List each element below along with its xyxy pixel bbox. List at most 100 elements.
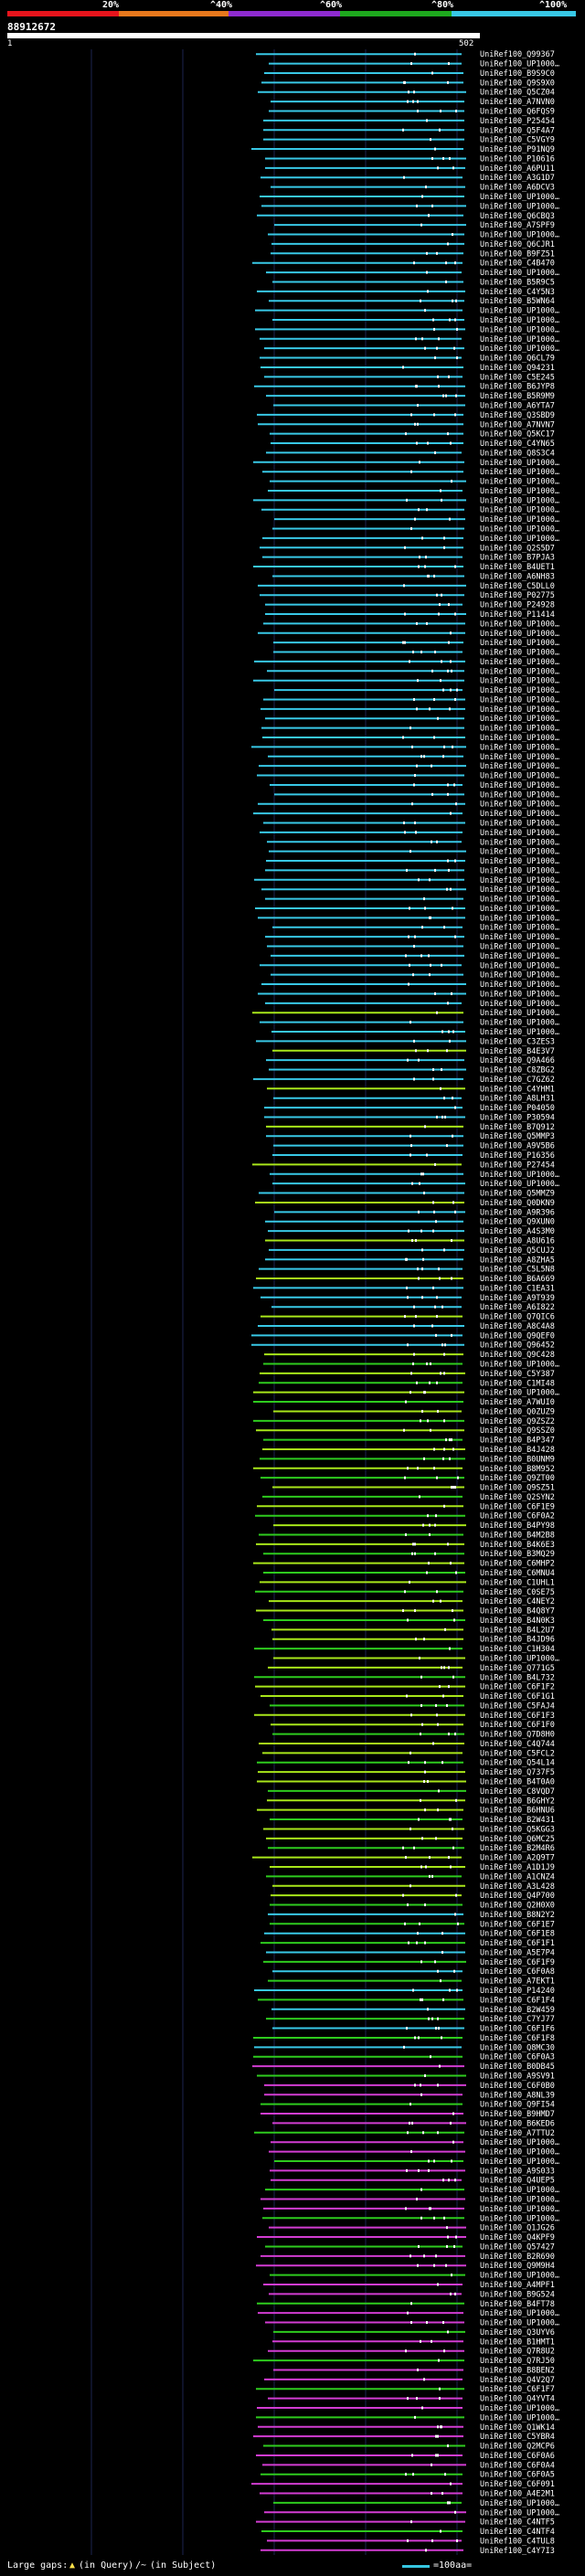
hit-id-label[interactable]: UniRef100_B4M2B8 bbox=[480, 1531, 555, 1540]
hit-id-label[interactable]: UniRef100_C7YJ77 bbox=[480, 2015, 555, 2024]
hit-id-label[interactable]: UniRef100_UP1000… bbox=[480, 961, 559, 970]
hit-id-label[interactable]: UniRef100_Q9S9X0 bbox=[480, 79, 555, 88]
hit-id-label[interactable]: UniRef100_Q1JG26 bbox=[480, 2224, 555, 2233]
hit-id-label[interactable]: UniRef100_B6KED6 bbox=[480, 2119, 555, 2128]
hit-id-label[interactable]: UniRef100_Q8MC30 bbox=[480, 2043, 555, 2052]
hit-id-label[interactable]: UniRef100_UP1000… bbox=[480, 905, 559, 914]
hit-id-label[interactable]: UniRef100_UP1000… bbox=[480, 838, 559, 847]
hit-id-label[interactable]: UniRef100_C5E245 bbox=[480, 373, 555, 382]
hit-id-label[interactable]: UniRef100_A9SV91 bbox=[480, 2072, 555, 2081]
hit-id-label[interactable]: UniRef100_C8VQD7 bbox=[480, 1787, 555, 1797]
hit-id-label[interactable]: UniRef100_UP1000… bbox=[480, 866, 559, 875]
hit-id-label[interactable]: UniRef100_UP1000… bbox=[480, 876, 559, 885]
hit-id-label[interactable]: UniRef100_P16356 bbox=[480, 1151, 555, 1161]
hit-id-label[interactable]: UniRef100_C4YN65 bbox=[480, 440, 555, 449]
hit-id-label[interactable]: UniRef100_UP1000… bbox=[480, 620, 559, 629]
hit-id-label[interactable]: UniRef100_UP1000… bbox=[480, 60, 559, 69]
hit-id-label[interactable]: UniRef100_C6F1E7 bbox=[480, 1920, 555, 1929]
hit-id-label[interactable]: UniRef100_UP1000… bbox=[480, 2319, 559, 2328]
hit-id-label[interactable]: UniRef100_C6F0A3 bbox=[480, 2053, 555, 2062]
hit-id-label[interactable]: UniRef100_Q9C428 bbox=[480, 1351, 555, 1360]
hit-id-label[interactable]: UniRef100_Q9SSZ0 bbox=[480, 1426, 555, 1436]
hit-id-label[interactable]: UniRef100_P14240 bbox=[480, 1987, 555, 1996]
hit-id-label[interactable]: UniRef100_Q5F4A7 bbox=[480, 126, 555, 135]
hit-id-label[interactable]: UniRef100_Q9A466 bbox=[480, 1056, 555, 1065]
hit-id-label[interactable]: UniRef100_C6F0A4 bbox=[480, 2461, 555, 2470]
hit-id-label[interactable]: UniRef100_UP1000… bbox=[480, 695, 559, 705]
hit-id-label[interactable]: UniRef100_UP1000… bbox=[480, 914, 559, 923]
hit-id-label[interactable]: UniRef100_Q9ZT00 bbox=[480, 1474, 555, 1483]
hit-id-label[interactable]: UniRef100_C6F0A5 bbox=[480, 2471, 555, 2480]
hit-id-label[interactable]: UniRef100_A6DCV3 bbox=[480, 184, 555, 193]
hit-id-label[interactable]: UniRef100_UP1000… bbox=[480, 630, 559, 639]
hit-id-label[interactable]: UniRef100_B5R9C5 bbox=[480, 278, 555, 287]
hit-id-label[interactable]: UniRef100_C1MI48 bbox=[480, 1379, 555, 1388]
hit-id-label[interactable]: UniRef100_B2M4R6 bbox=[480, 1844, 555, 1853]
hit-id-label[interactable]: UniRef100_B6HNU6 bbox=[480, 1807, 555, 1816]
hit-id-label[interactable]: UniRef100_Q8S3C4 bbox=[480, 449, 555, 458]
hit-id-label[interactable]: UniRef100_UP1000… bbox=[480, 1389, 559, 1398]
hit-id-label[interactable]: UniRef100_A6I822 bbox=[480, 1303, 555, 1312]
hit-id-label[interactable]: UniRef100_C6F1F8 bbox=[480, 2034, 555, 2043]
hit-id-label[interactable]: UniRef100_UP1000… bbox=[480, 2404, 559, 2413]
hit-id-label[interactable]: UniRef100_Q2MCP6 bbox=[480, 2443, 555, 2452]
hit-id-label[interactable]: UniRef100_C4NTF5 bbox=[480, 2518, 555, 2528]
hit-id-label[interactable]: UniRef100_C6F0A6 bbox=[480, 2452, 555, 2461]
hit-id-label[interactable]: UniRef100_UP1000… bbox=[480, 829, 559, 838]
hit-id-label[interactable]: UniRef100_C5YBR4 bbox=[480, 2433, 555, 2442]
hit-id-label[interactable]: UniRef100_C5VGY9 bbox=[480, 136, 555, 145]
hit-id-label[interactable]: UniRef100_C6F1G1 bbox=[480, 1692, 555, 1701]
hit-id-label[interactable]: UniRef100_B5R9M9 bbox=[480, 392, 555, 401]
hit-id-label[interactable]: UniRef100_A9T939 bbox=[480, 1294, 555, 1303]
hit-id-label[interactable]: UniRef100_C6F1F1 bbox=[480, 1939, 555, 1948]
hit-id-label[interactable]: UniRef100_Q9XUN0 bbox=[480, 1218, 555, 1227]
hit-id-label[interactable]: UniRef100_C6F1F3 bbox=[480, 1712, 555, 1721]
hit-id-label[interactable]: UniRef100_Q9ZSZ2 bbox=[480, 1417, 555, 1426]
hit-id-label[interactable]: UniRef100_UP1000… bbox=[480, 658, 559, 667]
hit-id-label[interactable]: UniRef100_B9HMD7 bbox=[480, 2110, 555, 2119]
hit-id-label[interactable]: UniRef100_UP1000… bbox=[480, 202, 559, 211]
hit-id-label[interactable]: UniRef100_UP1000… bbox=[480, 677, 559, 686]
hit-id-label[interactable]: UniRef100_Q2SYN2 bbox=[480, 1493, 555, 1502]
hit-id-label[interactable]: UniRef100_Q4P700 bbox=[480, 1892, 555, 1901]
hit-id-label[interactable]: UniRef100_UP1000… bbox=[480, 762, 559, 771]
hit-id-label[interactable]: UniRef100_C7GZ62 bbox=[480, 1076, 555, 1085]
hit-id-label[interactable]: UniRef100_Q7RJ50 bbox=[480, 2357, 555, 2366]
hit-id-label[interactable]: UniRef100_UP1000… bbox=[480, 496, 559, 505]
hit-id-label[interactable]: UniRef100_B4E3V7 bbox=[480, 1047, 555, 1056]
hit-id-label[interactable]: UniRef100_C6F1F6 bbox=[480, 2025, 555, 2034]
hit-id-label[interactable]: UniRef100_UP1000… bbox=[480, 705, 559, 715]
hit-id-label[interactable]: UniRef100_UP1000… bbox=[480, 971, 559, 981]
hit-id-label[interactable]: UniRef100_Q9M9H4 bbox=[480, 2262, 555, 2271]
hit-id-label[interactable]: UniRef100_UP1000… bbox=[480, 772, 559, 781]
hit-id-label[interactable]: UniRef100_UP1000… bbox=[480, 2186, 559, 2195]
hit-id-label[interactable]: UniRef100_UP1000… bbox=[480, 478, 559, 487]
hit-id-label[interactable]: UniRef100_A7WUI0 bbox=[480, 1398, 555, 1407]
hit-id-label[interactable]: UniRef100_Q6CJR1 bbox=[480, 240, 555, 249]
hit-id-label[interactable]: UniRef100_A7TTU2 bbox=[480, 2129, 555, 2138]
hit-id-label[interactable]: UniRef100_B2R690 bbox=[480, 2253, 555, 2262]
hit-id-label[interactable]: UniRef100_B8M952 bbox=[480, 1465, 555, 1474]
hit-id-label[interactable]: UniRef100_Q771G5 bbox=[480, 1664, 555, 1673]
hit-id-label[interactable]: UniRef100_C6F1F7 bbox=[480, 2385, 555, 2394]
hit-id-label[interactable]: UniRef100_C4B470 bbox=[480, 260, 555, 269]
hit-id-label[interactable]: UniRef100_B5WN64 bbox=[480, 297, 555, 306]
hit-id-label[interactable]: UniRef100_B4FT78 bbox=[480, 2300, 555, 2309]
hit-id-label[interactable]: UniRef100_B6GHY2 bbox=[480, 1797, 555, 1806]
hit-id-label[interactable]: UniRef100_B4L732 bbox=[480, 1673, 555, 1682]
hit-id-label[interactable]: UniRef100_Q4YVT4 bbox=[480, 2395, 555, 2404]
hit-id-label[interactable]: UniRef100_Q9SZ51 bbox=[480, 1484, 555, 1493]
hit-id-label[interactable]: UniRef100_C3ZES3 bbox=[480, 1037, 555, 1046]
hit-id-label[interactable]: UniRef100_B4N0K3 bbox=[480, 1617, 555, 1626]
hit-id-label[interactable]: UniRef100_Q99367 bbox=[480, 50, 555, 59]
hit-id-label[interactable]: UniRef100_Q5CUJ2 bbox=[480, 1246, 555, 1256]
hit-id-label[interactable]: UniRef100_A3G1D7 bbox=[480, 174, 555, 183]
hit-id-label[interactable]: UniRef100_UP1000… bbox=[480, 307, 559, 316]
hit-id-label[interactable]: UniRef100_P27454 bbox=[480, 1161, 555, 1170]
hit-id-label[interactable]: UniRef100_Q4UEP5 bbox=[480, 2177, 555, 2186]
hit-id-label[interactable]: UniRef100_A7NVN0 bbox=[480, 98, 555, 107]
hit-id-label[interactable]: UniRef100_C6F091 bbox=[480, 2480, 555, 2489]
hit-id-label[interactable]: UniRef100_Q5KGG3 bbox=[480, 1825, 555, 1834]
hit-id-label[interactable]: UniRef100_P02775 bbox=[480, 591, 555, 600]
hit-id-label[interactable]: UniRef100_UP1000… bbox=[480, 1009, 559, 1018]
